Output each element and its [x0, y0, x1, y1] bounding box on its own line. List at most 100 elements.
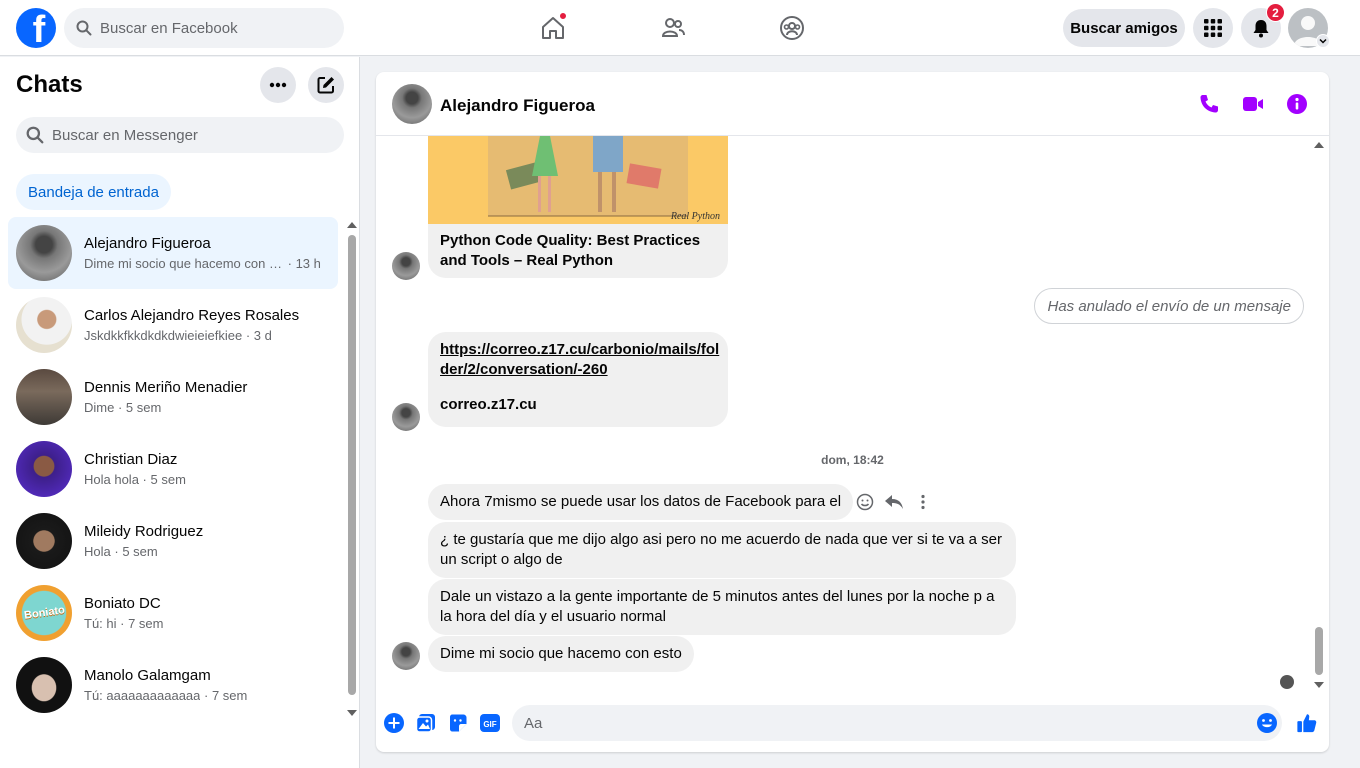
message-bubble[interactable]: Ahora 7mismo se puede usar los datos de …: [428, 484, 854, 520]
menu-grid-button[interactable]: [1193, 8, 1233, 48]
chat-time: 5 sem: [122, 544, 158, 559]
home-notification-dot: [559, 12, 567, 20]
link-message-bubble[interactable]: https://correo.z17.cu/carbonio/mails/fol…: [428, 332, 728, 427]
sender-avatar[interactable]: [392, 403, 420, 431]
phone-icon[interactable]: [1197, 92, 1221, 116]
messenger-search-placeholder: Buscar en Messenger: [52, 126, 198, 144]
message-input-placeholder: Aa: [524, 714, 543, 732]
facebook-search-placeholder: Buscar en Facebook: [100, 19, 238, 37]
more-vertical-icon[interactable]: [914, 493, 932, 511]
search-icon: [76, 20, 92, 36]
message-link[interactable]: https://correo.z17.cu/carbonio/mails/fol…: [440, 341, 719, 378]
message-bubble[interactable]: Dime mi socio que hacemo con esto: [428, 636, 694, 672]
reply-icon[interactable]: [884, 493, 904, 511]
emoji-icon[interactable]: [1256, 712, 1278, 734]
page-scrollbar[interactable]: [1346, 57, 1360, 768]
avatar: [16, 441, 72, 497]
facebook-logo-letter: f: [32, 9, 46, 48]
find-friends-button[interactable]: Buscar amigos: [1063, 9, 1185, 47]
home-icon[interactable]: [537, 12, 569, 44]
conversation-scroll-up[interactable]: [1314, 142, 1324, 148]
chat-name: Christian Diaz: [84, 451, 178, 468]
tab-inbox[interactable]: Bandeja de entrada: [16, 174, 171, 210]
chat-item-christian-diaz[interactable]: Christian Diaz Hola hola · 5 sem: [8, 433, 338, 505]
video-call-icon[interactable]: [1241, 92, 1265, 116]
svg-text:GIF: GIF: [483, 720, 496, 729]
friends-icon[interactable]: [657, 12, 689, 44]
chat-list: Alejandro Figueroa Dime mi socio que hac…: [8, 217, 338, 721]
chat-name: Manolo Galamgam: [84, 667, 211, 684]
unsent-message-notice: Has anulado el envío de un mensaje: [1034, 288, 1304, 324]
sender-avatar[interactable]: [392, 252, 420, 280]
message-bubble[interactable]: ¿ te gustaría que me dijo algo asi pero …: [428, 522, 1016, 578]
plus-circle-icon[interactable]: [383, 712, 405, 734]
link-preview-card[interactable]: Real Python Python Code Quality: Best Pr…: [428, 136, 728, 278]
chat-name: Alejandro Figueroa: [84, 235, 211, 252]
link-preview-image: Real Python: [428, 136, 728, 224]
message-text: Ahora 7mismo se puede usar los datos de …: [440, 493, 842, 510]
conversation-scrollbar-thumb[interactable]: [1315, 627, 1323, 675]
chat-item-carlos-reyes[interactable]: Carlos Alejandro Reyes Rosales Jskdkkfkk…: [8, 289, 338, 361]
react-emoji-icon[interactable]: [856, 493, 874, 511]
message-link-line-1: https://correo.z17.cu/carbonio/mails/fol: [440, 341, 720, 358]
message-bubble[interactable]: Dale un vistazo a la gente importante de…: [428, 579, 1016, 635]
chat-preview: Hola: [84, 544, 111, 559]
chat-time: 7 sem: [128, 616, 164, 631]
chat-item-boniato-dc[interactable]: Boniato Boniato DC Tú: hi · 7 sem: [8, 577, 338, 649]
photo-icon[interactable]: [415, 712, 437, 734]
chat-preview: Dime: [84, 400, 115, 415]
message-input[interactable]: Aa: [512, 705, 1282, 741]
sticker-icon[interactable]: [447, 712, 469, 734]
conversation-panel: Alejandro Figueroa Real Python Python Co…: [376, 72, 1329, 752]
chat-preview: Tú: hi: [84, 616, 117, 631]
gif-icon[interactable]: GIF: [479, 712, 501, 734]
chat-name: Mileidy Rodriguez: [84, 523, 204, 540]
chat-item-mileidy-rodriguez[interactable]: Mileidy Rodriguez Hola · 5 sem: [8, 505, 338, 577]
compose-icon: [317, 77, 334, 94]
chat-item-alejandro-figueroa[interactable]: Alejandro Figueroa Dime mi socio que hac…: [8, 217, 338, 289]
avatar: [16, 513, 72, 569]
notifications-button[interactable]: 2: [1241, 3, 1285, 48]
message-text: Dime mi socio que hacemo con esto: [440, 645, 682, 662]
grid-icon: [1204, 19, 1222, 37]
avatar: [16, 369, 72, 425]
chat-item-manolo-galamgam[interactable]: Manolo Galamgam Tú: aaaaaaaaaaaaa · 7 se…: [8, 649, 338, 721]
sidebar-scroll-down[interactable]: [347, 710, 357, 716]
chat-preview: Jskdkkfkkdkdkdwieieiefkiee: [84, 328, 243, 343]
facebook-search-input[interactable]: Buscar en Facebook: [64, 8, 344, 48]
avatar: Boniato: [16, 585, 72, 641]
conversation-scroll-down[interactable]: [1314, 682, 1324, 688]
messenger-search-input[interactable]: Buscar en Messenger: [16, 117, 344, 153]
avatar: [16, 657, 72, 713]
groups-icon[interactable]: [776, 12, 808, 44]
contact-name[interactable]: Alejandro Figueroa: [440, 96, 595, 116]
chevron-down-icon: [1319, 38, 1327, 44]
chat-time: 5 sem: [150, 472, 186, 487]
thumbs-up-icon[interactable]: [1296, 712, 1318, 734]
chat-options-button[interactable]: [260, 67, 296, 103]
chat-preview: Dime mi socio que hacemo con e...: [84, 256, 284, 271]
chat-time: 13 h: [295, 256, 321, 271]
sidebar-scroll-up[interactable]: [347, 222, 357, 228]
message-timestamp: dom, 18:42: [821, 453, 884, 467]
chat-name: Carlos Alejandro Reyes Rosales: [84, 307, 300, 324]
message-actions: [856, 493, 932, 511]
sender-avatar[interactable]: [392, 642, 420, 670]
sidebar-scrollbar-thumb[interactable]: [348, 235, 356, 695]
new-message-button[interactable]: [308, 67, 344, 103]
facebook-logo[interactable]: f: [16, 8, 56, 48]
message-text: ¿ te gustaría que me dijo algo asi pero …: [440, 531, 1003, 568]
link-domain: correo.z17.cu: [440, 396, 537, 413]
contact-avatar[interactable]: [392, 84, 432, 124]
message-composer: GIF Aa: [376, 702, 1329, 746]
chats-sidebar: Chats Buscar en Messenger Bandeja de ent…: [0, 57, 360, 768]
chat-preview: Tú: aaaaaaaaaaaaa: [84, 688, 201, 703]
message-text: Dale un vistazo a la gente importante de…: [440, 588, 995, 625]
chat-time: 3 d: [253, 328, 272, 343]
boniato-logo-text: Boniato: [22, 604, 66, 622]
chat-item-dennis-merino[interactable]: Dennis Meriño Menadier Dime · 5 sem: [8, 361, 338, 433]
chat-time: 7 sem: [211, 688, 248, 703]
info-icon[interactable]: [1285, 92, 1309, 116]
conversation-header: Alejandro Figueroa: [376, 72, 1329, 136]
account-menu-caret[interactable]: [1316, 34, 1330, 48]
